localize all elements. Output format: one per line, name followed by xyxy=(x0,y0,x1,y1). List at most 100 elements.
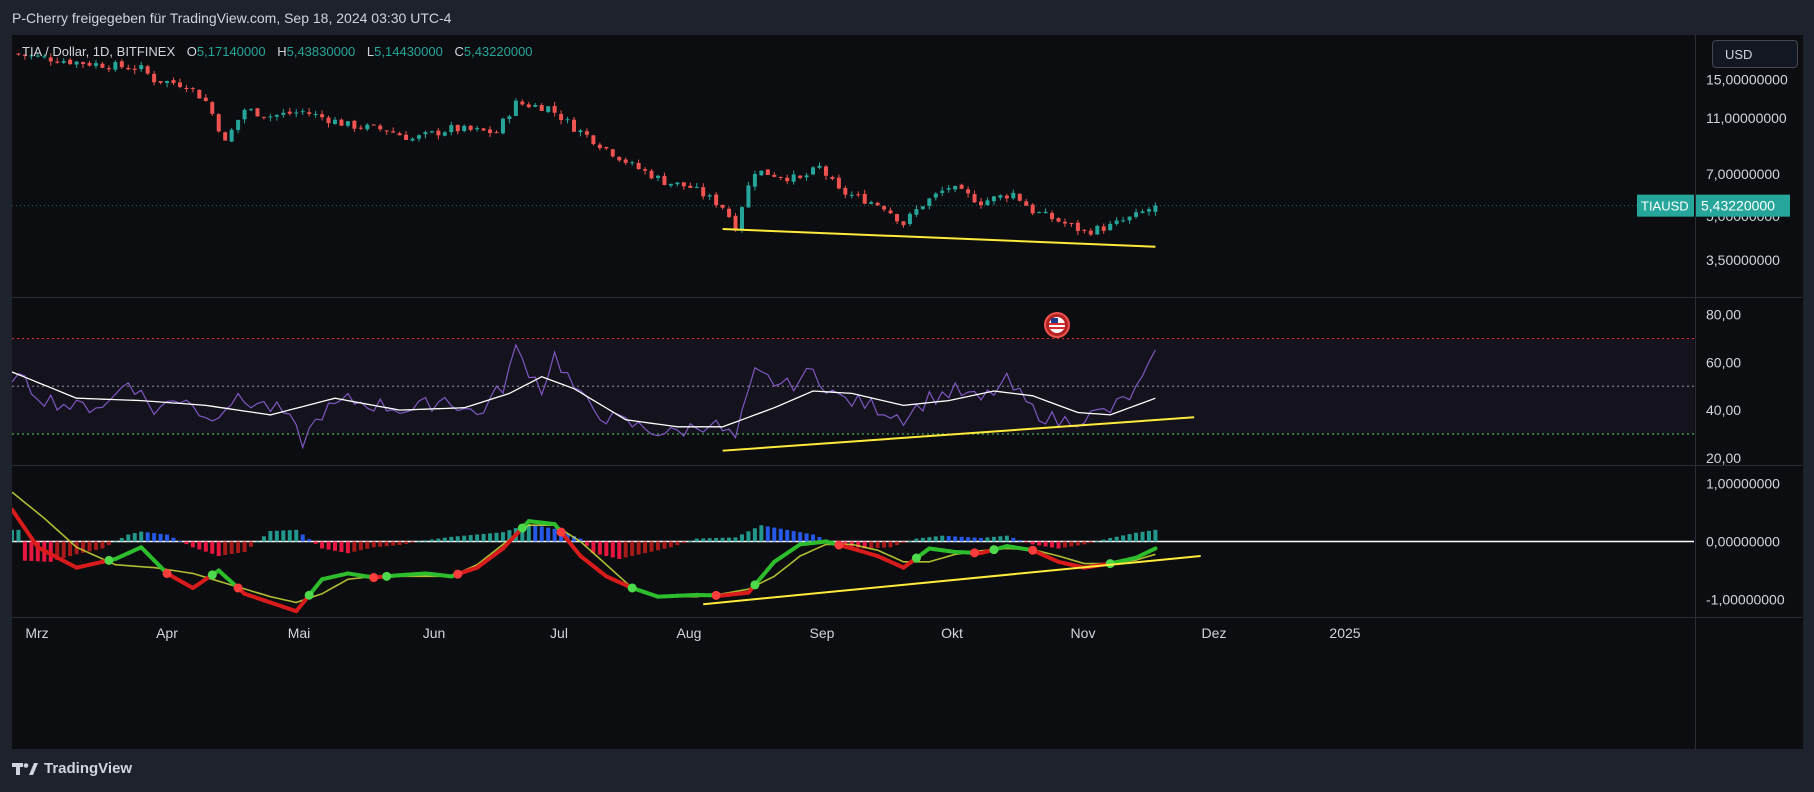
high-label: H xyxy=(277,44,287,59)
candle-body xyxy=(901,221,906,226)
macd-histogram-bar xyxy=(404,541,409,544)
price-axis-svg: 15,0000000011,000000007,000000005,000000… xyxy=(1696,72,1790,608)
macd-histogram-bar xyxy=(1043,541,1048,547)
macd-histogram-bar xyxy=(759,525,764,542)
pane-divider-price-rsi[interactable] xyxy=(12,297,1802,298)
candle-body xyxy=(752,173,757,187)
candle-body xyxy=(513,100,518,116)
chart-svg[interactable]: TIAUSD Mrz Apr Mai Jun Jul Aug Sep Okt Nov Dez 2025 xyxy=(10,35,1695,749)
candle-body xyxy=(1004,195,1009,199)
time-tick-label: Apr xyxy=(156,625,178,641)
candle-body xyxy=(345,121,350,126)
macd-cross-dot xyxy=(911,553,921,563)
macd-histogram-bar xyxy=(320,541,325,549)
candle-body xyxy=(914,209,919,215)
time-tick-label: 2025 xyxy=(1329,625,1360,641)
macd-histogram-bar xyxy=(914,538,919,542)
candle-body xyxy=(61,61,66,63)
macd-histogram-bar xyxy=(384,541,389,547)
candle-body xyxy=(197,89,202,99)
symbol-label[interactable]: TIA / Dollar, 1D, BITFINEX xyxy=(22,44,175,59)
macd-tick-label: 0,00000000 xyxy=(1706,534,1780,550)
candle-body xyxy=(287,111,292,114)
candle-body xyxy=(294,112,299,114)
macd-histogram-bar xyxy=(1114,536,1119,542)
macd-histogram-bar xyxy=(804,533,809,542)
flag-canton xyxy=(1051,318,1058,323)
macd-histogram-bar xyxy=(1069,541,1074,547)
candle-body xyxy=(423,132,428,135)
candle-body xyxy=(953,185,958,190)
candle-body xyxy=(907,213,912,224)
candle-body xyxy=(662,175,667,186)
candle-body xyxy=(268,116,273,118)
candle-body xyxy=(869,202,874,204)
macd-histogram-bar xyxy=(707,538,712,542)
candle-body xyxy=(520,101,525,105)
candle-body xyxy=(701,187,706,197)
macd-histogram-bar xyxy=(733,537,738,542)
macd-histogram-bar xyxy=(145,532,150,542)
pane-divider-rsi-macd[interactable] xyxy=(12,465,1802,466)
macd-cross-dot xyxy=(207,570,217,580)
macd-histogram-bar xyxy=(391,541,396,546)
candle-body xyxy=(371,124,376,126)
macd-histogram-bar xyxy=(184,541,189,545)
macd-histogram-bar xyxy=(358,541,363,551)
candle-body xyxy=(1017,193,1022,201)
candle-body xyxy=(216,114,221,132)
macd-cross-dot xyxy=(382,571,392,581)
macd-histogram-bar xyxy=(1017,540,1022,542)
candle-body xyxy=(190,88,195,90)
candle-body xyxy=(656,175,660,178)
candle-body xyxy=(746,185,751,208)
macd-histogram-bar xyxy=(229,541,234,554)
candle-body xyxy=(759,170,764,176)
high-value: 5,43830000 xyxy=(286,44,356,59)
candle-body xyxy=(985,200,990,206)
macd-histogram-bar xyxy=(1134,532,1139,542)
chart-plot-area[interactable]: TIAUSD Mrz Apr Mai Jun Jul Aug Sep Okt Nov Dez 2025 xyxy=(10,35,1695,749)
candle-body xyxy=(300,111,305,113)
time-tick-label: Dez xyxy=(1202,625,1227,641)
macd-histogram-bar xyxy=(223,541,228,556)
macd-histogram-bar xyxy=(636,541,641,555)
rsi-tick-label: 80,00 xyxy=(1706,307,1741,323)
candle-body xyxy=(203,97,208,102)
candle-body xyxy=(933,193,938,198)
macd-histogram-bar xyxy=(410,541,415,543)
macd-histogram-bar xyxy=(1121,535,1126,542)
candle-body xyxy=(927,198,932,206)
macd-histogram-bar xyxy=(494,532,499,542)
macd-histogram-bar xyxy=(811,534,816,542)
macd-cross-dot xyxy=(970,548,980,558)
macd-histogram-bar xyxy=(649,541,654,552)
candle-body xyxy=(1011,192,1016,199)
candle-body xyxy=(1134,212,1139,217)
macd-histogram-bar xyxy=(791,531,796,542)
tradingview-footer[interactable]: TradingView xyxy=(12,760,132,777)
price-axis[interactable]: 15,0000000011,000000007,000000005,000000… xyxy=(1695,35,1803,749)
candle-body xyxy=(765,169,770,176)
chart-frame[interactable]: TIAUSD Mrz Apr Mai Jun Jul Aug Sep Okt Nov Dez 2025… xyxy=(10,35,1803,749)
price-tick-label: 3,50000000 xyxy=(1706,252,1780,268)
candle-body xyxy=(623,159,628,163)
candle-body xyxy=(694,186,699,188)
candle-body xyxy=(785,177,790,182)
macd-histogram-bar xyxy=(1146,530,1151,542)
currency-button[interactable]: USD xyxy=(1712,40,1798,68)
time-tick-label: Mrz xyxy=(25,625,48,641)
flag-stripe xyxy=(1049,327,1065,329)
macd-histogram-bar xyxy=(449,536,454,542)
candle-body xyxy=(475,128,480,130)
macd-signal-line xyxy=(11,491,1156,604)
macd-cross-dot xyxy=(304,590,314,600)
candle-body xyxy=(798,175,803,178)
macd-histogram-bar xyxy=(87,541,92,552)
macd-histogram-bar xyxy=(326,541,331,550)
macd-histogram-bar xyxy=(668,541,673,548)
macd-cross-dot xyxy=(369,573,379,583)
macd-histogram-bar xyxy=(1030,541,1035,545)
candle-body xyxy=(811,167,816,175)
macd-histogram-bar xyxy=(1082,541,1087,545)
